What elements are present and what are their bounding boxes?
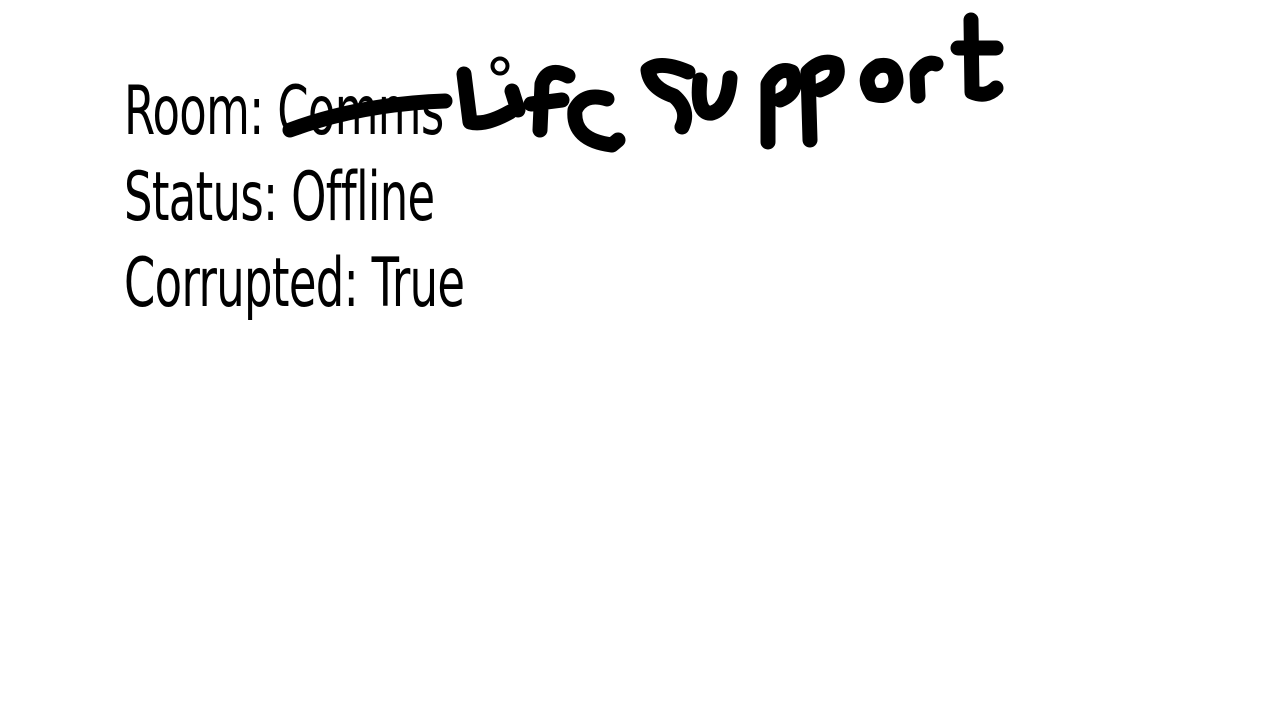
status-line: Status: Offline xyxy=(124,164,435,232)
corrupted-label: Corrupted: xyxy=(124,244,359,323)
handwritten-letter-l xyxy=(456,66,518,131)
status-value: Offline xyxy=(291,158,435,237)
corrupted-value: True xyxy=(371,244,465,323)
handwritten-letter-s xyxy=(640,58,696,135)
handwritten-letter-p1 xyxy=(760,63,802,150)
handwritten-letter-p2 xyxy=(800,54,845,148)
handwritten-letter-i xyxy=(504,83,526,118)
handwritten-letter-u xyxy=(691,70,738,121)
room-original-value: Comms xyxy=(277,72,444,151)
room-line: Room: Comms xyxy=(124,78,444,146)
handwritten-i-dot xyxy=(490,56,510,76)
status-label: Status: xyxy=(124,158,278,237)
room-label: Room: xyxy=(124,72,264,151)
handwritten-letter-f xyxy=(523,64,576,138)
page: Room: Comms Status: Offline Corrupted: T… xyxy=(0,0,1280,720)
handwritten-letter-e xyxy=(567,89,626,153)
handwritten-letter-o xyxy=(859,57,904,103)
handwritten-letter-r xyxy=(909,55,944,104)
handwritten-letter-t xyxy=(950,12,1004,102)
corrupted-line: Corrupted: True xyxy=(124,250,465,318)
